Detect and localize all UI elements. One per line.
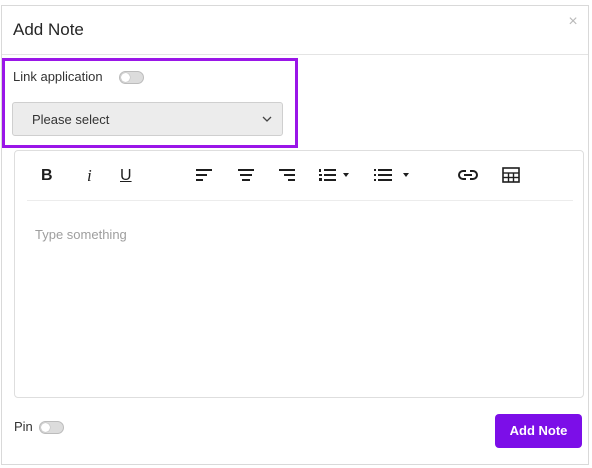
toggle-knob [41, 423, 50, 432]
underline-icon[interactable]: U [120, 167, 132, 185]
bullet-list-icon[interactable] [374, 168, 416, 186]
add-note-button[interactable]: Add Note [495, 414, 582, 448]
italic-icon[interactable]: i [87, 167, 92, 185]
link-icon[interactable] [458, 168, 478, 186]
align-left-icon[interactable] [195, 168, 213, 186]
ordered-list-icon[interactable] [319, 168, 353, 186]
note-editor: B i U Type something [14, 150, 584, 398]
application-select[interactable]: Please select [12, 102, 283, 136]
editor-placeholder[interactable]: Type something [35, 227, 127, 242]
align-center-icon[interactable] [237, 168, 255, 186]
pin-toggle[interactable] [39, 421, 64, 434]
toolbar-divider [27, 200, 573, 201]
align-right-icon[interactable] [278, 168, 296, 186]
link-application-toggle[interactable] [119, 71, 144, 84]
select-value: Please select [32, 112, 110, 127]
bold-icon[interactable]: B [41, 167, 53, 185]
table-icon[interactable] [502, 167, 520, 185]
chevron-down-icon [262, 116, 272, 122]
close-icon[interactable]: × [565, 14, 581, 30]
dialog-title: Add Note [13, 20, 84, 39]
dialog-header: Add Note × [2, 6, 588, 55]
pin-label: Pin [14, 419, 33, 434]
link-application-label: Link application [13, 69, 103, 84]
toggle-knob [121, 73, 130, 82]
editor-toolbar: B i U [15, 151, 583, 200]
